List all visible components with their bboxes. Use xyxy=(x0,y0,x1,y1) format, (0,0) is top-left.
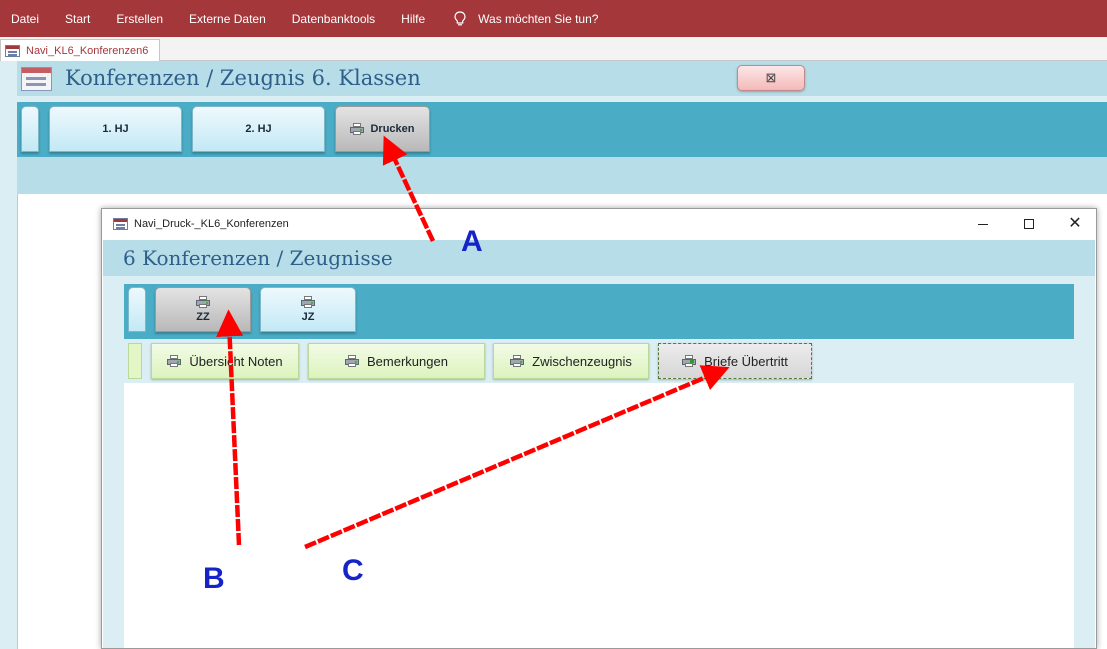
minimize-icon xyxy=(978,223,988,225)
printer-icon xyxy=(510,355,525,367)
lightbulb-icon xyxy=(440,10,474,27)
popup-header: 6 Konferenzen / Zeugnisse xyxy=(103,240,1095,276)
printer-icon xyxy=(196,296,210,308)
briefe-uebertritt-button[interactable]: Briefe Übertritt xyxy=(658,343,812,379)
printer-check-icon xyxy=(682,355,697,367)
main-subform-strip xyxy=(17,157,1107,194)
tab-2-hj[interactable]: 2. HJ xyxy=(192,106,325,152)
window-title: Navi_Druck-_KL6_Konferenzen xyxy=(134,218,289,230)
annotation-label-a: A xyxy=(461,225,483,258)
uebersicht-noten-button[interactable]: Übersicht Noten xyxy=(151,343,299,379)
popup-content-area xyxy=(124,383,1074,648)
close-icon: ✕ xyxy=(1068,215,1082,232)
window-close-button[interactable]: ✕ xyxy=(1052,209,1098,239)
main-navigation-bar: 1. HJ 2. HJ Drucken xyxy=(17,102,1107,157)
ribbon-menu-bar: Datei Start Erstellen Externe Daten Date… xyxy=(0,0,1107,37)
tab-zz[interactable]: ZZ xyxy=(155,287,251,332)
tab-jz[interactable]: JZ xyxy=(260,287,356,332)
tab-drucken[interactable]: Drucken xyxy=(335,106,430,152)
tab-drucken-label: Drucken xyxy=(370,123,415,135)
bemerkungen-label: Bemerkungen xyxy=(367,353,448,369)
main-form-title: Konferenzen / Zeugnis 6. Klassen xyxy=(65,66,421,90)
action-strip-spacer xyxy=(128,343,142,379)
form-icon xyxy=(113,218,128,230)
annotation-label-b: B xyxy=(203,562,225,595)
window-title-bar[interactable]: Navi_Druck-_KL6_Konferenzen ✕ xyxy=(102,209,1096,239)
tab-2-hj-label: 2. HJ xyxy=(245,123,272,135)
maximize-icon xyxy=(1024,219,1034,229)
form-icon xyxy=(21,67,52,91)
menu-externe-daten[interactable]: Externe Daten xyxy=(176,12,279,26)
bemerkungen-button[interactable]: Bemerkungen xyxy=(308,343,485,379)
close-icon: ⊠ xyxy=(765,70,777,85)
print-navigation-window: Navi_Druck-_KL6_Konferenzen ✕ 6 Konferen… xyxy=(101,208,1097,649)
tell-me-search[interactable]: Was möchten Sie tun? xyxy=(474,12,598,26)
menu-start[interactable]: Start xyxy=(52,12,103,26)
popup-nav-spacer xyxy=(128,287,146,332)
menu-erstellen[interactable]: Erstellen xyxy=(103,12,176,26)
briefe-uebertritt-label: Briefe Übertritt xyxy=(704,353,788,369)
zwischenzeugnis-label: Zwischenzeugnis xyxy=(532,353,632,369)
minimize-button[interactable] xyxy=(960,209,1006,239)
popup-body: ZZ JZ Übersicht Noten Bemerkungen Zwisch… xyxy=(103,276,1095,648)
maximize-button[interactable] xyxy=(1006,209,1052,239)
close-form-button[interactable]: ⊠ xyxy=(737,65,805,91)
printer-icon xyxy=(301,296,315,308)
menu-datei[interactable]: Datei xyxy=(0,12,52,26)
main-form-header: Konferenzen / Zeugnis 6. Klassen ⊠ xyxy=(17,61,1107,96)
document-tab-label: Navi_KL6_Konferenzen6 xyxy=(26,45,149,57)
tab-1-hj[interactable]: 1. HJ xyxy=(49,106,182,152)
document-tab[interactable]: Navi_KL6_Konferenzen6 xyxy=(0,39,160,62)
tab-1-hj-label: 1. HJ xyxy=(102,123,129,135)
uebersicht-noten-label: Übersicht Noten xyxy=(189,353,283,369)
popup-tab-bar: ZZ JZ xyxy=(124,284,1074,339)
annotation-label-c: C xyxy=(342,554,364,587)
printer-icon xyxy=(350,123,365,135)
nav-spacer-tab xyxy=(21,106,39,152)
printer-icon xyxy=(167,355,182,367)
document-tab-strip: Navi_KL6_Konferenzen6 xyxy=(0,37,1107,62)
tab-jz-label: JZ xyxy=(301,311,315,323)
menu-datenbanktools[interactable]: Datenbanktools xyxy=(279,12,388,26)
zwischenzeugnis-button[interactable]: Zwischenzeugnis xyxy=(493,343,649,379)
printer-icon xyxy=(345,355,360,367)
popup-heading: 6 Konferenzen / Zeugnisse xyxy=(123,246,393,270)
tab-zz-label: ZZ xyxy=(196,311,210,323)
form-icon xyxy=(5,45,20,57)
menu-hilfe[interactable]: Hilfe xyxy=(388,12,438,26)
popup-action-strip: Übersicht Noten Bemerkungen Zwischenzeug… xyxy=(124,339,1074,383)
